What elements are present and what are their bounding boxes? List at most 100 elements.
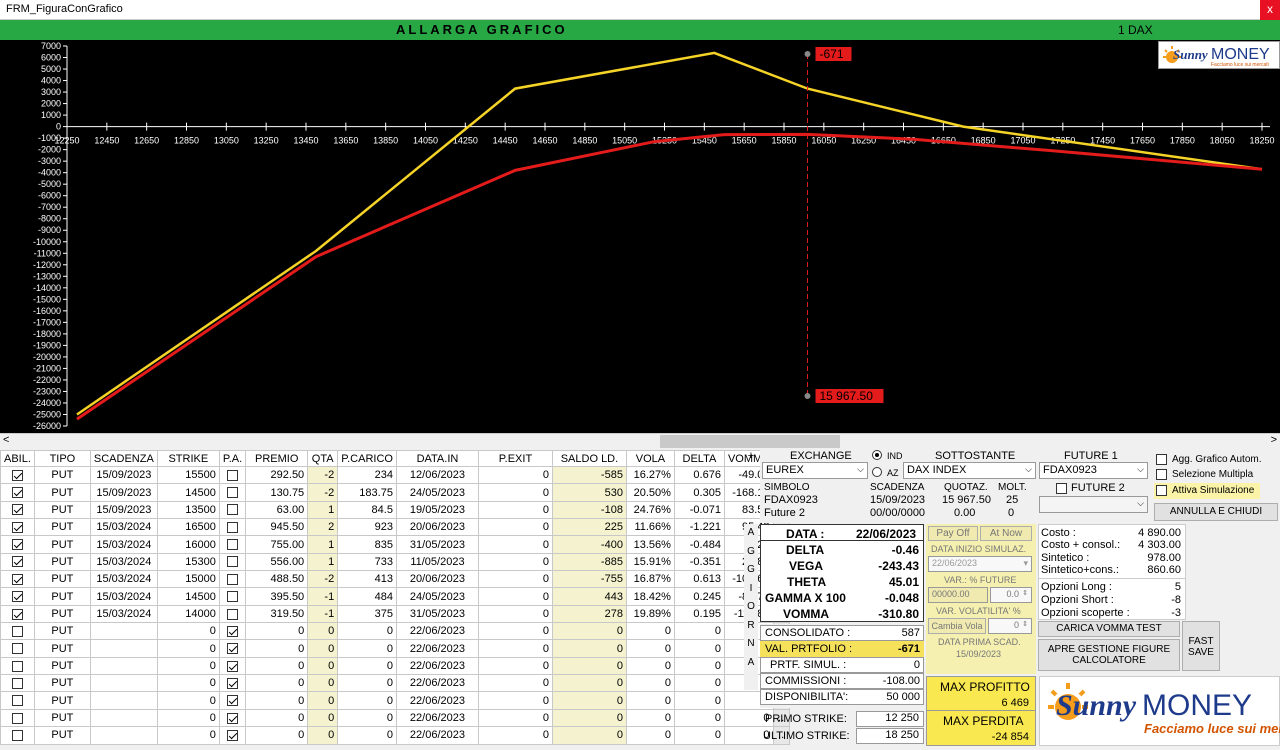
abil-cell[interactable] (0, 656, 35, 676)
abil-cell[interactable] (0, 587, 35, 606)
qta-cell[interactable]: 1 (307, 500, 339, 520)
column-header[interactable]: P.EXIT (477, 450, 553, 467)
datain-cell[interactable]: 20/06/2023 (395, 570, 479, 589)
pa-checkbox[interactable] (227, 677, 238, 689)
tipo-cell[interactable]: PUT (33, 639, 91, 658)
saldo-cell[interactable]: 0 (551, 622, 627, 641)
premio-cell[interactable]: 0 (245, 622, 309, 641)
strike-cell[interactable]: 14500 (156, 587, 220, 606)
abil-checkbox[interactable] (11, 504, 23, 516)
pa-cell[interactable] (218, 465, 247, 485)
delta-cell[interactable]: 0 (673, 726, 725, 745)
pa-checkbox[interactable] (227, 539, 238, 551)
pa-checkbox[interactable] (227, 712, 238, 724)
delta-cell[interactable]: 0 (673, 674, 725, 693)
premio-cell[interactable]: 556.00 (245, 552, 309, 572)
qta-cell[interactable]: 0 (307, 708, 339, 728)
scad-cell[interactable]: 15/09/2023 (89, 483, 158, 502)
close-button[interactable]: x (1260, 0, 1280, 20)
strike-cell[interactable]: 14000 (156, 604, 220, 624)
pcar-cell[interactable]: 183.75 (337, 483, 397, 502)
pa-cell[interactable] (218, 604, 247, 624)
vola-stepper[interactable]: 0 ⇕ (988, 618, 1032, 634)
column-header[interactable]: PREMIO (245, 450, 309, 467)
premio-cell[interactable]: 0 (245, 639, 309, 658)
tipo-cell[interactable]: PUT (33, 708, 91, 728)
pa-cell[interactable] (218, 674, 247, 693)
delta-cell[interactable]: -1.221 (673, 518, 725, 537)
table-row[interactable]: PUT 15/03/2024 14500 395.50 -1 484 24/05/2023 0… (0, 587, 790, 606)
delta-cell[interactable]: -0.484 (673, 535, 725, 554)
exchange-select[interactable]: EUREX ⌵ (762, 462, 868, 479)
premio-cell[interactable]: 0 (245, 674, 309, 693)
delta-cell[interactable]: 0.305 (673, 483, 725, 502)
pcar-cell[interactable]: 375 (337, 604, 397, 624)
qta-cell[interactable]: 0 (307, 622, 339, 641)
qta-cell[interactable]: -2 (307, 483, 339, 502)
column-header[interactable]: QTA (307, 450, 339, 467)
strike-cell[interactable]: 0 (156, 674, 220, 693)
pa-checkbox[interactable] (227, 556, 238, 568)
pexit-cell[interactable]: 0 (477, 726, 553, 745)
datain-cell[interactable]: 22/06/2023 (395, 639, 479, 658)
qta-cell[interactable]: -1 (307, 587, 339, 606)
tipo-cell[interactable]: PUT (33, 587, 91, 606)
premio-cell[interactable]: 0 (245, 656, 309, 676)
scad-cell[interactable]: 15/09/2023 (89, 465, 158, 485)
pa-checkbox[interactable] (227, 608, 238, 620)
scad-cell[interactable] (89, 691, 158, 710)
abil-checkbox[interactable] (11, 729, 23, 741)
table-row[interactable]: PUT 15/03/2024 15300 556.00 1 733 11/05/2023 0-… (0, 552, 790, 572)
abil-cell[interactable] (0, 604, 35, 624)
vola-cell[interactable]: 20.50% (625, 483, 675, 502)
table-row[interactable]: PUT000022/06/202300000.. (0, 639, 790, 658)
qta-cell[interactable]: -1 (307, 604, 339, 624)
scroll-left-icon[interactable]: < (3, 434, 9, 446)
delta-cell[interactable]: 0.195 (673, 604, 725, 624)
column-header[interactable]: SCADENZA (89, 450, 158, 467)
datain-cell[interactable]: 22/06/2023 (395, 656, 479, 676)
column-header[interactable]: P.A. (218, 450, 247, 467)
future2-select[interactable]: ⌵ (1039, 496, 1148, 513)
table-row[interactable]: PUT 15/03/2024 16500 945.50 2 923 20/06/2023 0 2… (0, 518, 790, 537)
pcar-cell[interactable]: 234 (337, 465, 397, 485)
pcar-cell[interactable]: 0 (337, 622, 397, 641)
delta-cell[interactable]: 0.676 (673, 465, 725, 485)
scad-cell[interactable]: 15/03/2024 (89, 570, 158, 589)
scad-cell[interactable]: 15/03/2024 (89, 604, 158, 624)
primo-strike-input[interactable]: 12 250 (856, 711, 924, 727)
fast-save-button[interactable]: FAST SAVE (1182, 621, 1220, 671)
delta-cell[interactable]: 0 (673, 708, 725, 728)
vola-cell[interactable]: 16.87% (625, 570, 675, 589)
saldo-cell[interactable]: 0 (551, 656, 627, 676)
datain-cell[interactable]: 24/05/2023 (395, 587, 479, 606)
var-future-input[interactable]: 00000.00 (928, 587, 988, 603)
horizontal-scrollbar[interactable]: < > (0, 433, 1280, 448)
pa-checkbox[interactable] (227, 573, 238, 585)
datain-cell[interactable]: 22/06/2023 (395, 674, 479, 693)
premio-cell[interactable]: 292.50 (245, 465, 309, 485)
vola-cell[interactable]: 0 (625, 708, 675, 728)
carica-vomma-button[interactable]: CARICA VOMMA TEST (1038, 621, 1180, 637)
abil-cell[interactable] (0, 483, 35, 502)
strike-cell[interactable]: 0 (156, 726, 220, 745)
pcar-cell[interactable]: 923 (337, 518, 397, 537)
pexit-cell[interactable]: 0 (477, 674, 553, 693)
abil-cell[interactable] (0, 708, 35, 728)
abil-checkbox[interactable] (11, 573, 23, 585)
pa-cell[interactable] (218, 639, 247, 658)
saldo-cell[interactable]: 225 (551, 518, 627, 537)
premio-cell[interactable]: 130.75 (245, 483, 309, 502)
tipo-cell[interactable]: PUT (33, 604, 91, 624)
saldo-cell[interactable]: 0 (551, 691, 627, 710)
datain-cell[interactable]: 11/05/2023 (395, 552, 479, 572)
pexit-cell[interactable]: 0 (477, 552, 553, 572)
qta-cell[interactable]: 0 (307, 674, 339, 693)
scad-cell[interactable] (89, 708, 158, 728)
pexit-cell[interactable]: 0 (477, 656, 553, 676)
premio-cell[interactable]: 488.50 (245, 570, 309, 589)
allarga-grafico-button[interactable]: ALLARGA GRAFICO (396, 22, 568, 37)
pa-checkbox[interactable] (227, 469, 238, 481)
premio-cell[interactable]: 63.00 (245, 500, 309, 520)
pcar-cell[interactable]: 0 (337, 639, 397, 658)
